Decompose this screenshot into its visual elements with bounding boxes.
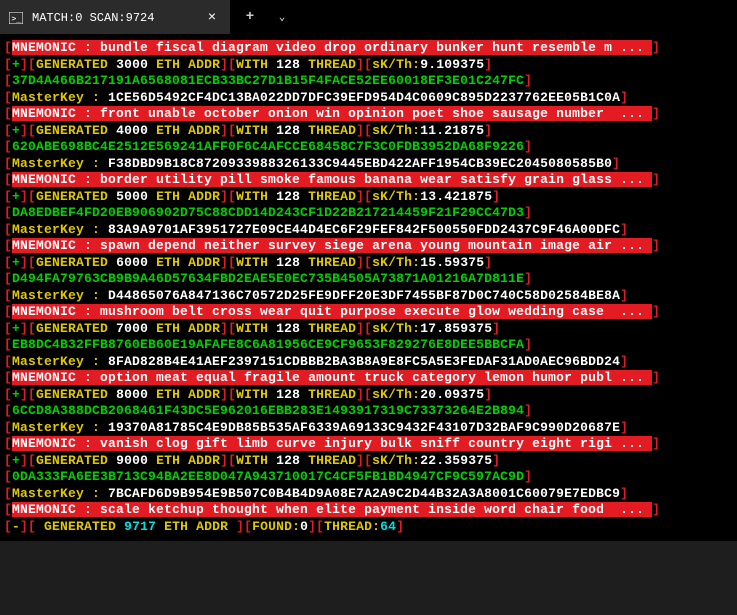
mnemonic-line: [MNEMONIC : mushroom belt cross wear qui… <box>4 304 733 321</box>
hash-line: [0DA333FA6EE3B713C94BA2EE8D047A943710017… <box>4 469 733 486</box>
hash-line: [620ABE698BC4E2512E569241AFF0F6C4AFCCE68… <box>4 139 733 156</box>
generated-line: [+][GENERATED 3000 ETH ADDR][WITH 128 TH… <box>4 57 733 74</box>
mnemonic-line: [MNEMONIC : spawn depend neither survey … <box>4 238 733 255</box>
masterkey-line: [MasterKey : D44865076A847136C70572D25FE… <box>4 288 733 305</box>
status-line: [-][ GENERATED 9717 ETH ADDR ][FOUND:0][… <box>4 519 733 536</box>
hash-line: [37D4A466B217191A6568081ECB33BC27D1B15F4… <box>4 73 733 90</box>
tab-dropdown-button[interactable]: ⌄ <box>268 3 296 31</box>
masterkey-line: [MasterKey : 1CE56D5492CF4DC13BA022DD7DF… <box>4 90 733 107</box>
mnemonic-line: [MNEMONIC : front unable october onion w… <box>4 106 733 123</box>
masterkey-line: [MasterKey : 19370A81785C4E9DB85B535AF63… <box>4 420 733 437</box>
mnemonic-line: [MNEMONIC : scale ketchup thought when e… <box>4 502 733 519</box>
hash-line: [6CCD8A388DCB2068461F43DC5E962016EBB283E… <box>4 403 733 420</box>
masterkey-line: [MasterKey : F38DBD9B18C8720933988326133… <box>4 156 733 173</box>
tab-actions: + ⌄ <box>230 0 302 34</box>
terminal-icon: >_ <box>8 10 24 26</box>
close-icon[interactable]: × <box>204 10 220 26</box>
masterkey-line: [MasterKey : 8FAD828B4E41AEF2397151CDBBB… <box>4 354 733 371</box>
generated-line: [+][GENERATED 5000 ETH ADDR][WITH 128 TH… <box>4 189 733 206</box>
hash-line: [DA8EDBEF4FD20EB906902D75C88CDD14D243CF1… <box>4 205 733 222</box>
generated-line: [+][GENERATED 9000 ETH ADDR][WITH 128 TH… <box>4 453 733 470</box>
mnemonic-line: [MNEMONIC : vanish clog gift limb curve … <box>4 436 733 453</box>
svg-text:>_: >_ <box>12 14 22 23</box>
generated-line: [+][GENERATED 8000 ETH ADDR][WITH 128 TH… <box>4 387 733 404</box>
terminal-output: [MNEMONIC : bundle fiscal diagram video … <box>0 34 737 541</box>
generated-line: [+][GENERATED 7000 ETH ADDR][WITH 128 TH… <box>4 321 733 338</box>
mnemonic-line: [MNEMONIC : bundle fiscal diagram video … <box>4 40 733 57</box>
mnemonic-line: [MNEMONIC : border utility pill smoke fa… <box>4 172 733 189</box>
window-tab[interactable]: >_ MATCH:0 SCAN:9724 × <box>0 0 230 34</box>
hash-line: [EB8DC4B32FFB8760EB60E19AFAFE8C6A81956CE… <box>4 337 733 354</box>
tab-title: MATCH:0 SCAN:9724 <box>32 11 196 25</box>
generated-line: [+][GENERATED 4000 ETH ADDR][WITH 128 TH… <box>4 123 733 140</box>
mnemonic-line: [MNEMONIC : option meat equal fragile am… <box>4 370 733 387</box>
new-tab-button[interactable]: + <box>236 3 264 31</box>
hash-line: [D494FA79763CB9B9A46D57634FBD2EAE5E0EC73… <box>4 271 733 288</box>
masterkey-line: [MasterKey : 83A9A9701AF3951727E09CE44D4… <box>4 222 733 239</box>
masterkey-line: [MasterKey : 7BCAFD6D9B954E9B507C0B4B4D9… <box>4 486 733 503</box>
generated-line: [+][GENERATED 6000 ETH ADDR][WITH 128 TH… <box>4 255 733 272</box>
titlebar: >_ MATCH:0 SCAN:9724 × + ⌄ <box>0 0 737 34</box>
